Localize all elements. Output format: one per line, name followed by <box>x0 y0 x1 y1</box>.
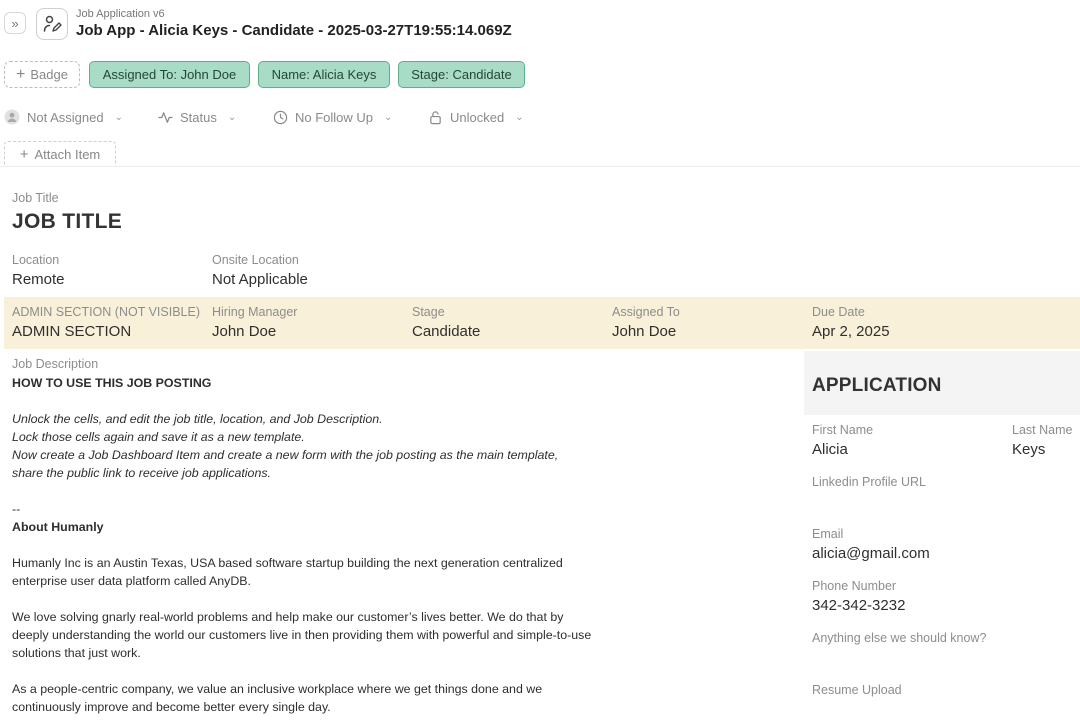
chevron-down-icon: ⌄ <box>227 111 237 123</box>
assigned-to-label: Assigned To <box>612 305 680 319</box>
expand-sidebar-button[interactable]: » <box>4 12 26 34</box>
avatar-icon <box>4 109 20 125</box>
follow-up-label: No Follow Up <box>295 109 374 125</box>
badge-assigned-to[interactable]: Assigned To: John Doe <box>89 61 250 88</box>
due-date-value[interactable]: Apr 2, 2025 <box>812 323 890 340</box>
person-edit-icon[interactable] <box>36 8 68 40</box>
about-paragraph: As a people-centric company, we value an… <box>12 682 543 714</box>
email-label: Email <box>812 527 844 541</box>
assigned-to-value[interactable]: John Doe <box>612 323 676 340</box>
phone-label: Phone Number <box>812 579 897 593</box>
about-heading: About Humanly <box>12 520 104 534</box>
clock-icon <box>273 110 288 125</box>
divider <box>0 166 1080 167</box>
stage-label: Stage <box>412 305 445 319</box>
instruction-line: Lock those cells again and save it as a … <box>12 430 305 444</box>
onsite-location-label: Onsite Location <box>212 253 299 267</box>
phone-value[interactable]: 342-342-3232 <box>812 597 905 614</box>
stage-value[interactable]: Candidate <box>412 323 480 340</box>
admin-section-value[interactable]: ADMIN SECTION <box>12 323 131 340</box>
last-name-value[interactable]: Keys <box>1012 441 1045 458</box>
job-description-label: Job Description <box>12 357 99 371</box>
badge-stage[interactable]: Stage: Candidate <box>398 61 525 88</box>
first-name-label: First Name <box>812 423 874 437</box>
job-title-label: Job Title <box>12 191 59 205</box>
job-description-text[interactable]: HOW TO USE THIS JOB POSTING Unlock the c… <box>12 374 602 716</box>
attach-item-label: Attach Item <box>34 147 101 162</box>
application-title: APPLICATION <box>812 375 942 396</box>
chevron-down-icon: ⌄ <box>384 111 393 123</box>
admin-section-label: ADMIN SECTION (NOT VISIBLE) <box>12 305 200 319</box>
about-paragraph: Humanly Inc is an Austin Texas, USA base… <box>12 556 563 588</box>
plus-icon: + <box>16 65 26 83</box>
separator: -- <box>12 502 21 516</box>
badge-name[interactable]: Name: Alicia Keys <box>258 61 390 88</box>
description-heading: HOW TO USE THIS JOB POSTING <box>12 376 212 390</box>
status-dropdown[interactable]: Status ⌄ <box>158 108 236 126</box>
location-label: Location <box>12 253 60 267</box>
instruction-line: share the public link to receive job app… <box>12 466 271 480</box>
item-type-label: Job Application v6 <box>76 8 165 20</box>
follow-up-dropdown[interactable]: No Follow Up ⌄ <box>273 108 392 126</box>
email-value[interactable]: alicia@gmail.com <box>812 545 930 562</box>
due-date-label: Due Date <box>812 305 865 319</box>
about-paragraph: We love solving gnarly real-world proble… <box>12 610 592 660</box>
hiring-manager-value[interactable]: John Doe <box>212 323 276 340</box>
onsite-location-value[interactable]: Not Applicable <box>212 271 308 288</box>
instruction-line: Now create a Job Dashboard Item and crea… <box>12 448 559 462</box>
first-name-value[interactable]: Alicia <box>812 441 848 458</box>
hiring-manager-label: Hiring Manager <box>212 305 298 319</box>
chevron-down-icon: ⌄ <box>114 111 123 123</box>
add-badge-button[interactable]: + Badge <box>4 61 80 88</box>
unlock-icon <box>428 110 443 125</box>
activity-icon <box>158 110 173 125</box>
job-title-value[interactable]: JOB TITLE <box>12 210 122 234</box>
page-title: Job App - Alicia Keys - Candidate - 2025… <box>76 22 512 39</box>
resume-upload-label: Resume Upload <box>812 683 902 697</box>
lock-label: Unlocked <box>450 109 505 125</box>
location-value[interactable]: Remote <box>12 271 65 288</box>
chevron-down-icon: ⌄ <box>515 111 524 123</box>
plus-icon: + <box>19 146 29 163</box>
attach-item-button[interactable]: + Attach Item <box>4 141 116 167</box>
lock-dropdown[interactable]: Unlocked ⌄ <box>428 108 524 126</box>
assignee-dropdown[interactable]: Not Assigned ⌄ <box>4 108 123 126</box>
instruction-line: Unlock the cells, and edit the job title… <box>12 412 383 426</box>
assignee-label: Not Assigned <box>27 109 104 125</box>
chevrons-right-icon: » <box>11 15 19 31</box>
linkedin-label: Linkedin Profile URL <box>812 475 926 489</box>
add-badge-label: Badge <box>30 67 68 82</box>
notes-label: Anything else we should know? <box>812 631 987 645</box>
last-name-label: Last Name <box>1012 423 1073 437</box>
status-label: Status <box>180 109 217 125</box>
